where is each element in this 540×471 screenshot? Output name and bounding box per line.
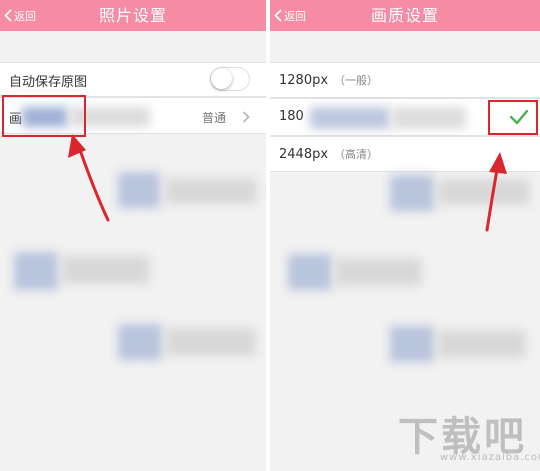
highlight-box <box>488 100 538 135</box>
chevron-right-icon <box>242 111 250 123</box>
blurred-content <box>165 178 257 204</box>
auto-save-label: 自动保存原图 <box>9 75 88 90</box>
auto-save-toggle[interactable] <box>210 67 250 91</box>
option-note: （一般） <box>334 74 379 87</box>
nav-bar: 返回 画质设置 <box>270 0 540 31</box>
watermark-url: www.xiazaiba.com <box>440 452 540 463</box>
blurred-label-text <box>310 107 390 129</box>
red-arrow-icon <box>68 134 110 222</box>
blurred-content <box>118 324 162 360</box>
blurred-content <box>438 330 526 358</box>
option-resolution: 1280px <box>279 73 329 88</box>
blurred-content <box>62 256 150 284</box>
quality-option-row[interactable]: 1280px （一般） <box>270 62 540 98</box>
nav-bar: 返回 照片设置 <box>0 0 266 31</box>
blurred-label-text <box>392 107 466 129</box>
image-quality-value: 普通 <box>201 111 226 125</box>
blurred-content <box>288 254 332 290</box>
blurred-content <box>166 328 256 356</box>
option-resolution: 2448px <box>279 147 329 162</box>
blurred-content <box>390 326 434 362</box>
blurred-content <box>336 258 422 286</box>
red-arrow-icon <box>485 152 507 232</box>
blurred-content <box>390 175 434 211</box>
option-label: 180 <box>279 109 310 124</box>
page-title: 画质设置 <box>370 6 439 25</box>
page-title: 照片设置 <box>98 6 167 25</box>
blurred-content <box>14 252 58 290</box>
option-label: 2448px （高清） <box>279 146 378 162</box>
auto-save-original-row: 自动保存原图 <box>0 62 266 97</box>
option-note: （高清） <box>334 148 379 161</box>
blurred-content <box>118 172 160 208</box>
option-resolution: 180 <box>279 109 304 124</box>
option-label: 1280px （一般） <box>279 72 378 88</box>
photo-settings-screen: 返回 照片设置 自动保存原图 画 普通 <box>0 0 266 471</box>
toggle-knob <box>211 68 232 89</box>
image-quality-screen: 返回 画质设置 1280px （一般） 180 2448px （高清） <box>270 0 540 471</box>
